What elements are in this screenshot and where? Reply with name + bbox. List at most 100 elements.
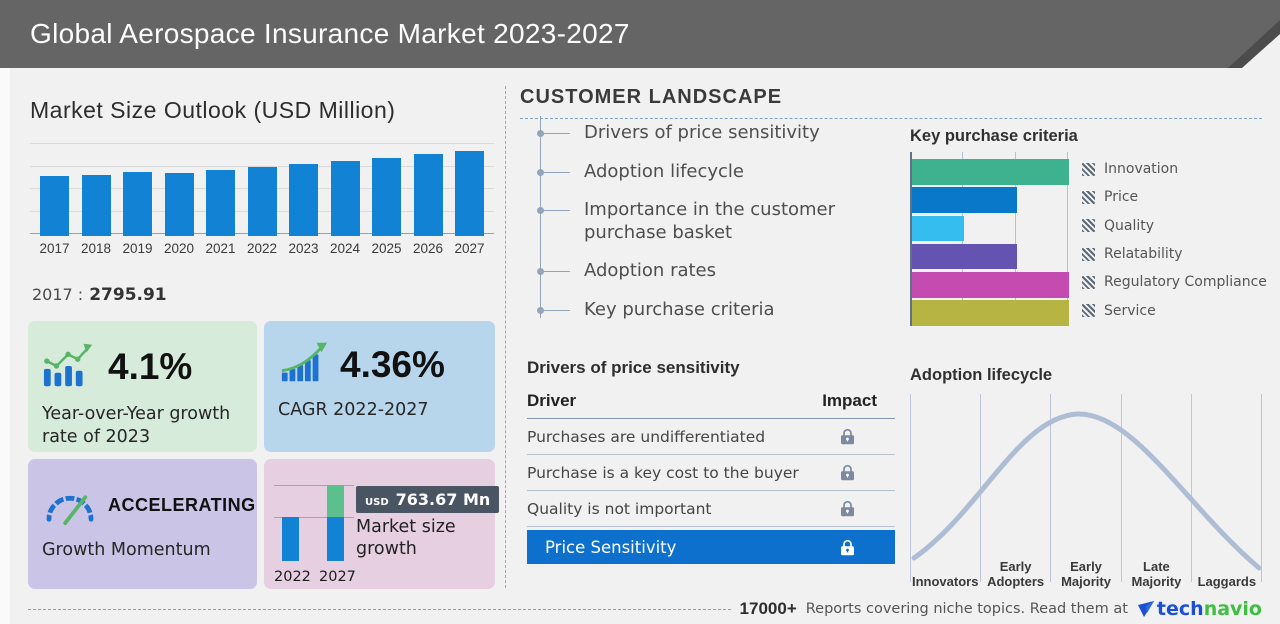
market-bar-2019 <box>123 172 152 236</box>
kpc-bar-row <box>912 300 1069 326</box>
left-edge-strip <box>0 68 10 624</box>
driver-label: Purchases are undifferentiated <box>527 428 765 446</box>
lock-icon <box>840 500 855 517</box>
bullet-dot <box>537 169 544 176</box>
landscape-item: Drivers of price sensitivity <box>528 122 894 145</box>
market-bar-2025 <box>372 158 401 236</box>
legend-label: Service <box>1104 303 1156 319</box>
connector-line <box>544 133 570 134</box>
landscape-item-label: Drivers of price sensitivity <box>584 122 820 143</box>
landscape-item: Importance in the customer purchase bask… <box>528 199 894 244</box>
legend-label: Innovation <box>1104 161 1178 177</box>
bullet-dot <box>537 130 544 137</box>
kpc-bar-row <box>912 272 1069 298</box>
market-bar-column-2027: 2027 <box>453 151 486 256</box>
connector-line <box>544 310 570 311</box>
market-bar-column-2022: 2022 <box>246 167 279 256</box>
legend-label: Quality <box>1104 218 1154 234</box>
market-bar-2022 <box>248 167 277 236</box>
market-bar-2018 <box>82 175 111 237</box>
market-size-growth-card: 2022 2027 USD 763.67 Mn Market size grow… <box>264 459 495 589</box>
landscape-item: Adoption lifecycle <box>528 161 894 184</box>
legend-label: Regulatory Compliance <box>1104 274 1267 290</box>
kpc-bar-row <box>912 216 1069 242</box>
price-sensitivity-highlight-row: Price Sensitivity <box>527 530 895 564</box>
kpc-bar-regulatory-compliance <box>912 272 1069 298</box>
market-bar-2024 <box>331 161 360 236</box>
table-header-row: Driver Impact <box>527 391 895 419</box>
adoption-lifecycle-panel: Adoption lifecycle InnovatorsEarly Adopt… <box>910 366 1280 590</box>
legend-item: Service <box>1082 296 1267 324</box>
base-year-value: 2795.91 <box>89 285 166 305</box>
kpc-bar-price <box>912 187 1017 213</box>
base-year-annotation: 2017 : 2795.91 <box>32 285 167 305</box>
market-bar-column-2021: 2021 <box>204 170 237 256</box>
legend-marker-icon <box>1082 191 1095 204</box>
infographic-page: Global Aerospace Insurance Market 2023-2… <box>0 0 1280 624</box>
market-size-chart: 2017201820192020202120222023202420252026… <box>30 138 494 256</box>
key-purchase-criteria-chart: InnovationPriceQualityRelatabilityRegula… <box>910 155 1262 329</box>
price-sensitivity-table: Drivers of price sensitivity Driver Impa… <box>527 358 895 564</box>
driver-row: Purchase is a key cost to the buyer <box>527 455 895 491</box>
market-bar-column-2023: 2023 <box>287 164 320 256</box>
cagr-label: CAGR 2022-2027 <box>264 389 495 422</box>
market-size-title: Market Size Outlook (USD Million) <box>30 97 395 124</box>
market-bar-column-2024: 2024 <box>329 161 362 256</box>
cagr-value: 4.36% <box>340 344 445 386</box>
currency-label: USD <box>365 497 389 508</box>
bullet-dot <box>537 268 544 275</box>
legend-label: Price <box>1104 189 1138 205</box>
legend-marker-icon <box>1082 163 1095 176</box>
kpc-bar-innovation <box>912 159 1069 185</box>
folded-corner-decoration <box>1190 0 1280 68</box>
base-year-label: 2017 : <box>32 285 83 304</box>
landscape-item-label: Key purchase criteria <box>584 299 775 320</box>
legend-item: Quality <box>1082 212 1267 240</box>
mini-year-end: 2027 <box>319 569 353 585</box>
bar-chart-trend-icon <box>42 341 98 393</box>
technavio-arrow-icon <box>1137 601 1155 618</box>
legend-label: Relatability <box>1104 246 1183 262</box>
kpc-bar-row <box>912 159 1069 185</box>
table-title: Drivers of price sensitivity <box>527 358 895 378</box>
column-header-impact: Impact <box>822 391 895 411</box>
driver-row: Purchases are undifferentiated <box>527 419 895 455</box>
footer: 17000+ Reports covering niche topics. Re… <box>28 596 1262 622</box>
page-title: Global Aerospace Insurance Market 2023-2… <box>30 0 630 68</box>
customer-landscape-list: Drivers of price sensitivity Adoption lif… <box>528 122 894 337</box>
year-tick-label: 2026 <box>413 241 443 256</box>
mini-bar-2027-growth <box>327 485 344 517</box>
year-tick-label: 2021 <box>205 241 235 256</box>
mini-growth-chart: 2022 2027 <box>274 485 354 589</box>
year-tick-label: 2020 <box>164 241 194 256</box>
year-tick-label: 2017 <box>39 241 69 256</box>
momentum-label: Growth Momentum <box>28 529 257 562</box>
legend-item: Relatability <box>1082 240 1267 268</box>
highlight-label: Price Sensitivity <box>527 538 676 557</box>
year-tick-label: 2022 <box>247 241 277 256</box>
market-bar-column-2020: 2020 <box>163 173 196 256</box>
kpc-bar-relatability <box>912 244 1017 270</box>
yoy-growth-value: 4.1% <box>108 346 192 388</box>
report-count: 17000+ <box>740 599 797 619</box>
driver-label: Quality is not important <box>527 500 712 518</box>
stage-label-late-majority: Late Majority <box>1121 548 1191 590</box>
footer-text: Reports covering niche topics. Read them… <box>806 601 1128 617</box>
landscape-item: Key purchase criteria <box>528 299 894 322</box>
connector-line <box>544 271 570 272</box>
kpc-bar-quality <box>912 216 964 242</box>
legend-item: Regulatory Compliance <box>1082 268 1267 296</box>
key-purchase-criteria-panel: Key purchase criteria InnovationPriceQua… <box>910 127 1280 329</box>
landscape-item-label: Adoption lifecycle <box>584 161 744 182</box>
driver-rows: Purchases are undifferentiated Purchase i… <box>527 419 895 527</box>
mini-bar-2022 <box>282 517 299 561</box>
mini-bar-2027 <box>327 517 344 561</box>
connector-line <box>544 210 570 211</box>
lock-icon <box>840 539 855 556</box>
year-tick-label: 2018 <box>81 241 111 256</box>
kpc-legend: Innovation Price Quality Relatability Regula… <box>1082 155 1267 325</box>
lock-icon <box>840 428 855 445</box>
column-header-driver: Driver <box>527 391 576 411</box>
stage-label-innovators: Innovators <box>910 548 980 590</box>
kpc-bar-service <box>912 300 1069 326</box>
